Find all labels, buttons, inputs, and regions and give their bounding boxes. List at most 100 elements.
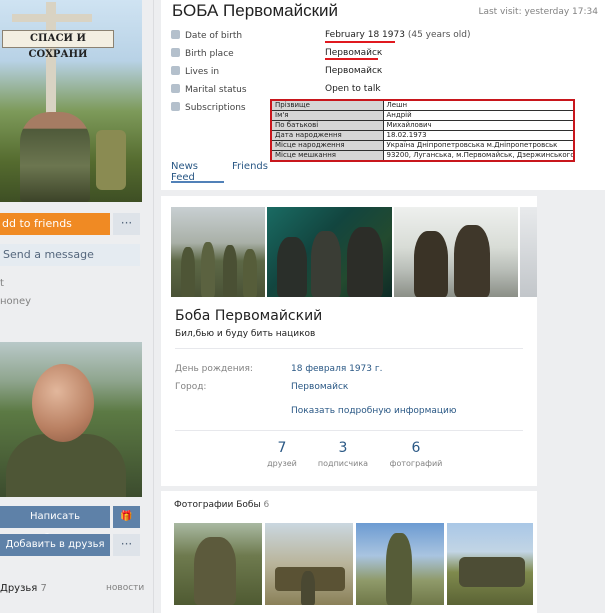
info-value-birthplace[interactable]: Первомайск <box>325 48 382 58</box>
add-friends-ru-button[interactable]: Добавить в друзья <box>0 534 110 556</box>
friends-heading[interactable]: Друзья 7 <box>0 583 47 594</box>
news-link[interactable]: новости <box>106 583 144 593</box>
figure <box>301 571 315 605</box>
table-row: Місце мешкання 93200, Луганська, м.Первом… <box>270 150 575 162</box>
send-message-button[interactable]: Send a message <box>0 244 140 266</box>
figure <box>181 247 195 297</box>
info-row-lives-in: Lives in <box>171 66 219 82</box>
table-row: Прізвище Лешн <box>270 99 575 111</box>
strip-photo-4[interactable] <box>520 207 537 297</box>
photos-section: Фотографии Бобы 6 <box>161 491 537 613</box>
age-text: (45 years old) <box>404 30 471 40</box>
photos-count: 6 <box>263 500 270 510</box>
info-value-dob[interactable]: February 18 1973 (45 years old) <box>325 30 471 40</box>
figure <box>194 537 236 605</box>
location-icon <box>171 66 180 75</box>
figure <box>386 533 412 605</box>
soldier-figure <box>20 112 90 202</box>
profile-display-name: Боба Первомайский <box>175 308 323 324</box>
left-column: СПАСИ И СОХРАНИ dd to friends ··· Send a… <box>0 0 144 613</box>
photos-heading[interactable]: Фотографии Бобы 6 <box>174 500 269 510</box>
stat-label: друзей <box>267 459 297 468</box>
city-value[interactable]: Первомайск <box>291 382 348 392</box>
registry-key: Дата народження <box>270 130 384 141</box>
more-actions-button[interactable]: ··· <box>113 213 140 235</box>
left-cut-text-1: t <box>0 278 4 289</box>
info-label: Birth place <box>185 49 234 59</box>
gift-icon[interactable]: 🎁 <box>113 506 140 528</box>
heart-icon <box>171 84 180 93</box>
strip-photo-3[interactable] <box>394 207 518 297</box>
figure <box>201 242 215 297</box>
figure <box>243 249 257 297</box>
table-row: Ім'я Андрій <box>270 110 575 121</box>
strip-photo-1[interactable] <box>171 207 265 297</box>
registry-key: Прізвище <box>270 99 384 111</box>
profile-avatar-photo[interactable]: СПАСИ И СОХРАНИ <box>0 0 142 202</box>
stat-label: подписчика <box>317 459 369 468</box>
stat-number: 7 <box>277 440 287 456</box>
registry-key: Ім'я <box>270 110 384 121</box>
photos-title: Фотографии Бобы <box>174 500 261 510</box>
birthday-value[interactable]: 18 февраля 1973 г. <box>291 364 382 374</box>
last-visit: Last visit: yesterday 17:34 <box>478 7 598 17</box>
stat-label: фотографий <box>389 459 443 468</box>
write-message-button[interactable]: Написать сообщение <box>0 506 110 544</box>
table-row: По батькові Михайлович <box>270 120 575 131</box>
registry-key: Місце мешкання <box>270 150 384 162</box>
profile-status: Бил,бью и буду бить нациков <box>175 329 316 339</box>
photo-thumb-1[interactable] <box>174 523 262 605</box>
friends-label: Друзья <box>0 583 38 594</box>
registry-value: 18.02.1973 <box>382 130 575 141</box>
stat-photos[interactable]: 6 фотографий <box>381 440 451 468</box>
figure <box>277 237 307 297</box>
left-cut-text-2: ноney <box>0 296 32 307</box>
registry-key: Місце народження <box>270 140 384 151</box>
figure <box>347 227 383 297</box>
registry-value: Михайлович <box>382 120 575 131</box>
tab-news-feed[interactable]: News Feed <box>171 161 198 183</box>
friends-count: 7 <box>40 583 47 594</box>
registry-value: Україна Дніпропетровська м.Дніпропетровс… <box>382 140 575 151</box>
red-underline-birthplace <box>325 58 378 60</box>
photo-head <box>32 364 94 442</box>
divider <box>175 430 523 431</box>
profile-info-panel: БОБА Первомайский Last visit: yesterday … <box>161 0 605 190</box>
info-row-birthplace: Birth place <box>171 48 234 64</box>
photo-thumb-3[interactable] <box>356 523 444 605</box>
dob-link[interactable]: February 18 1973 <box>325 30 405 40</box>
figure <box>414 231 448 297</box>
profile-main-panel: Боба Первомайский Бил,бью и буду бить на… <box>161 196 537 486</box>
cross-sign: СПАСИ И СОХРАНИ <box>2 30 114 60</box>
stat-followers[interactable]: 3 подписчика <box>308 440 378 468</box>
profile-photo-bald-man[interactable] <box>0 342 142 497</box>
active-tab-indicator <box>171 181 224 183</box>
registry-value: Лешн <box>382 99 575 111</box>
registry-overlay-table: Прізвище Лешн Ім'я Андрій По батькові Михай… <box>270 99 575 162</box>
info-label: Date of birth <box>185 31 243 41</box>
figure <box>459 557 525 587</box>
info-row-marital: Marital status <box>171 84 247 100</box>
camo-shirt <box>96 130 126 190</box>
table-row: Місце народження Україна Дніпропетровська… <box>270 140 575 151</box>
subscriptions-icon <box>171 102 180 111</box>
tab-friends[interactable]: Friends <box>232 161 268 172</box>
photo-body <box>6 434 126 497</box>
divider <box>175 348 523 349</box>
figure <box>454 225 490 297</box>
more-actions-button-2[interactable]: ··· <box>113 534 140 556</box>
photo-thumb-2[interactable] <box>265 523 353 605</box>
add-to-friends-button[interactable]: dd to friends <box>0 213 110 235</box>
show-more-info-link[interactable]: Показать подробную информацию <box>291 406 456 416</box>
photo-thumb-4[interactable] <box>447 523 533 605</box>
strip-photo-2[interactable] <box>267 207 392 297</box>
info-label: Marital status <box>185 85 247 95</box>
info-value-marital: Open to talk <box>325 84 381 94</box>
info-value-lives-in[interactable]: Первомайск <box>325 66 382 76</box>
stat-number: 6 <box>411 440 421 456</box>
figure <box>223 245 237 297</box>
stat-number: 3 <box>338 440 348 456</box>
info-row-dob: Date of birth <box>171 30 242 46</box>
stat-friends[interactable]: 7 друзей <box>247 440 317 468</box>
info-row-subscriptions: Subscriptions <box>171 102 246 118</box>
